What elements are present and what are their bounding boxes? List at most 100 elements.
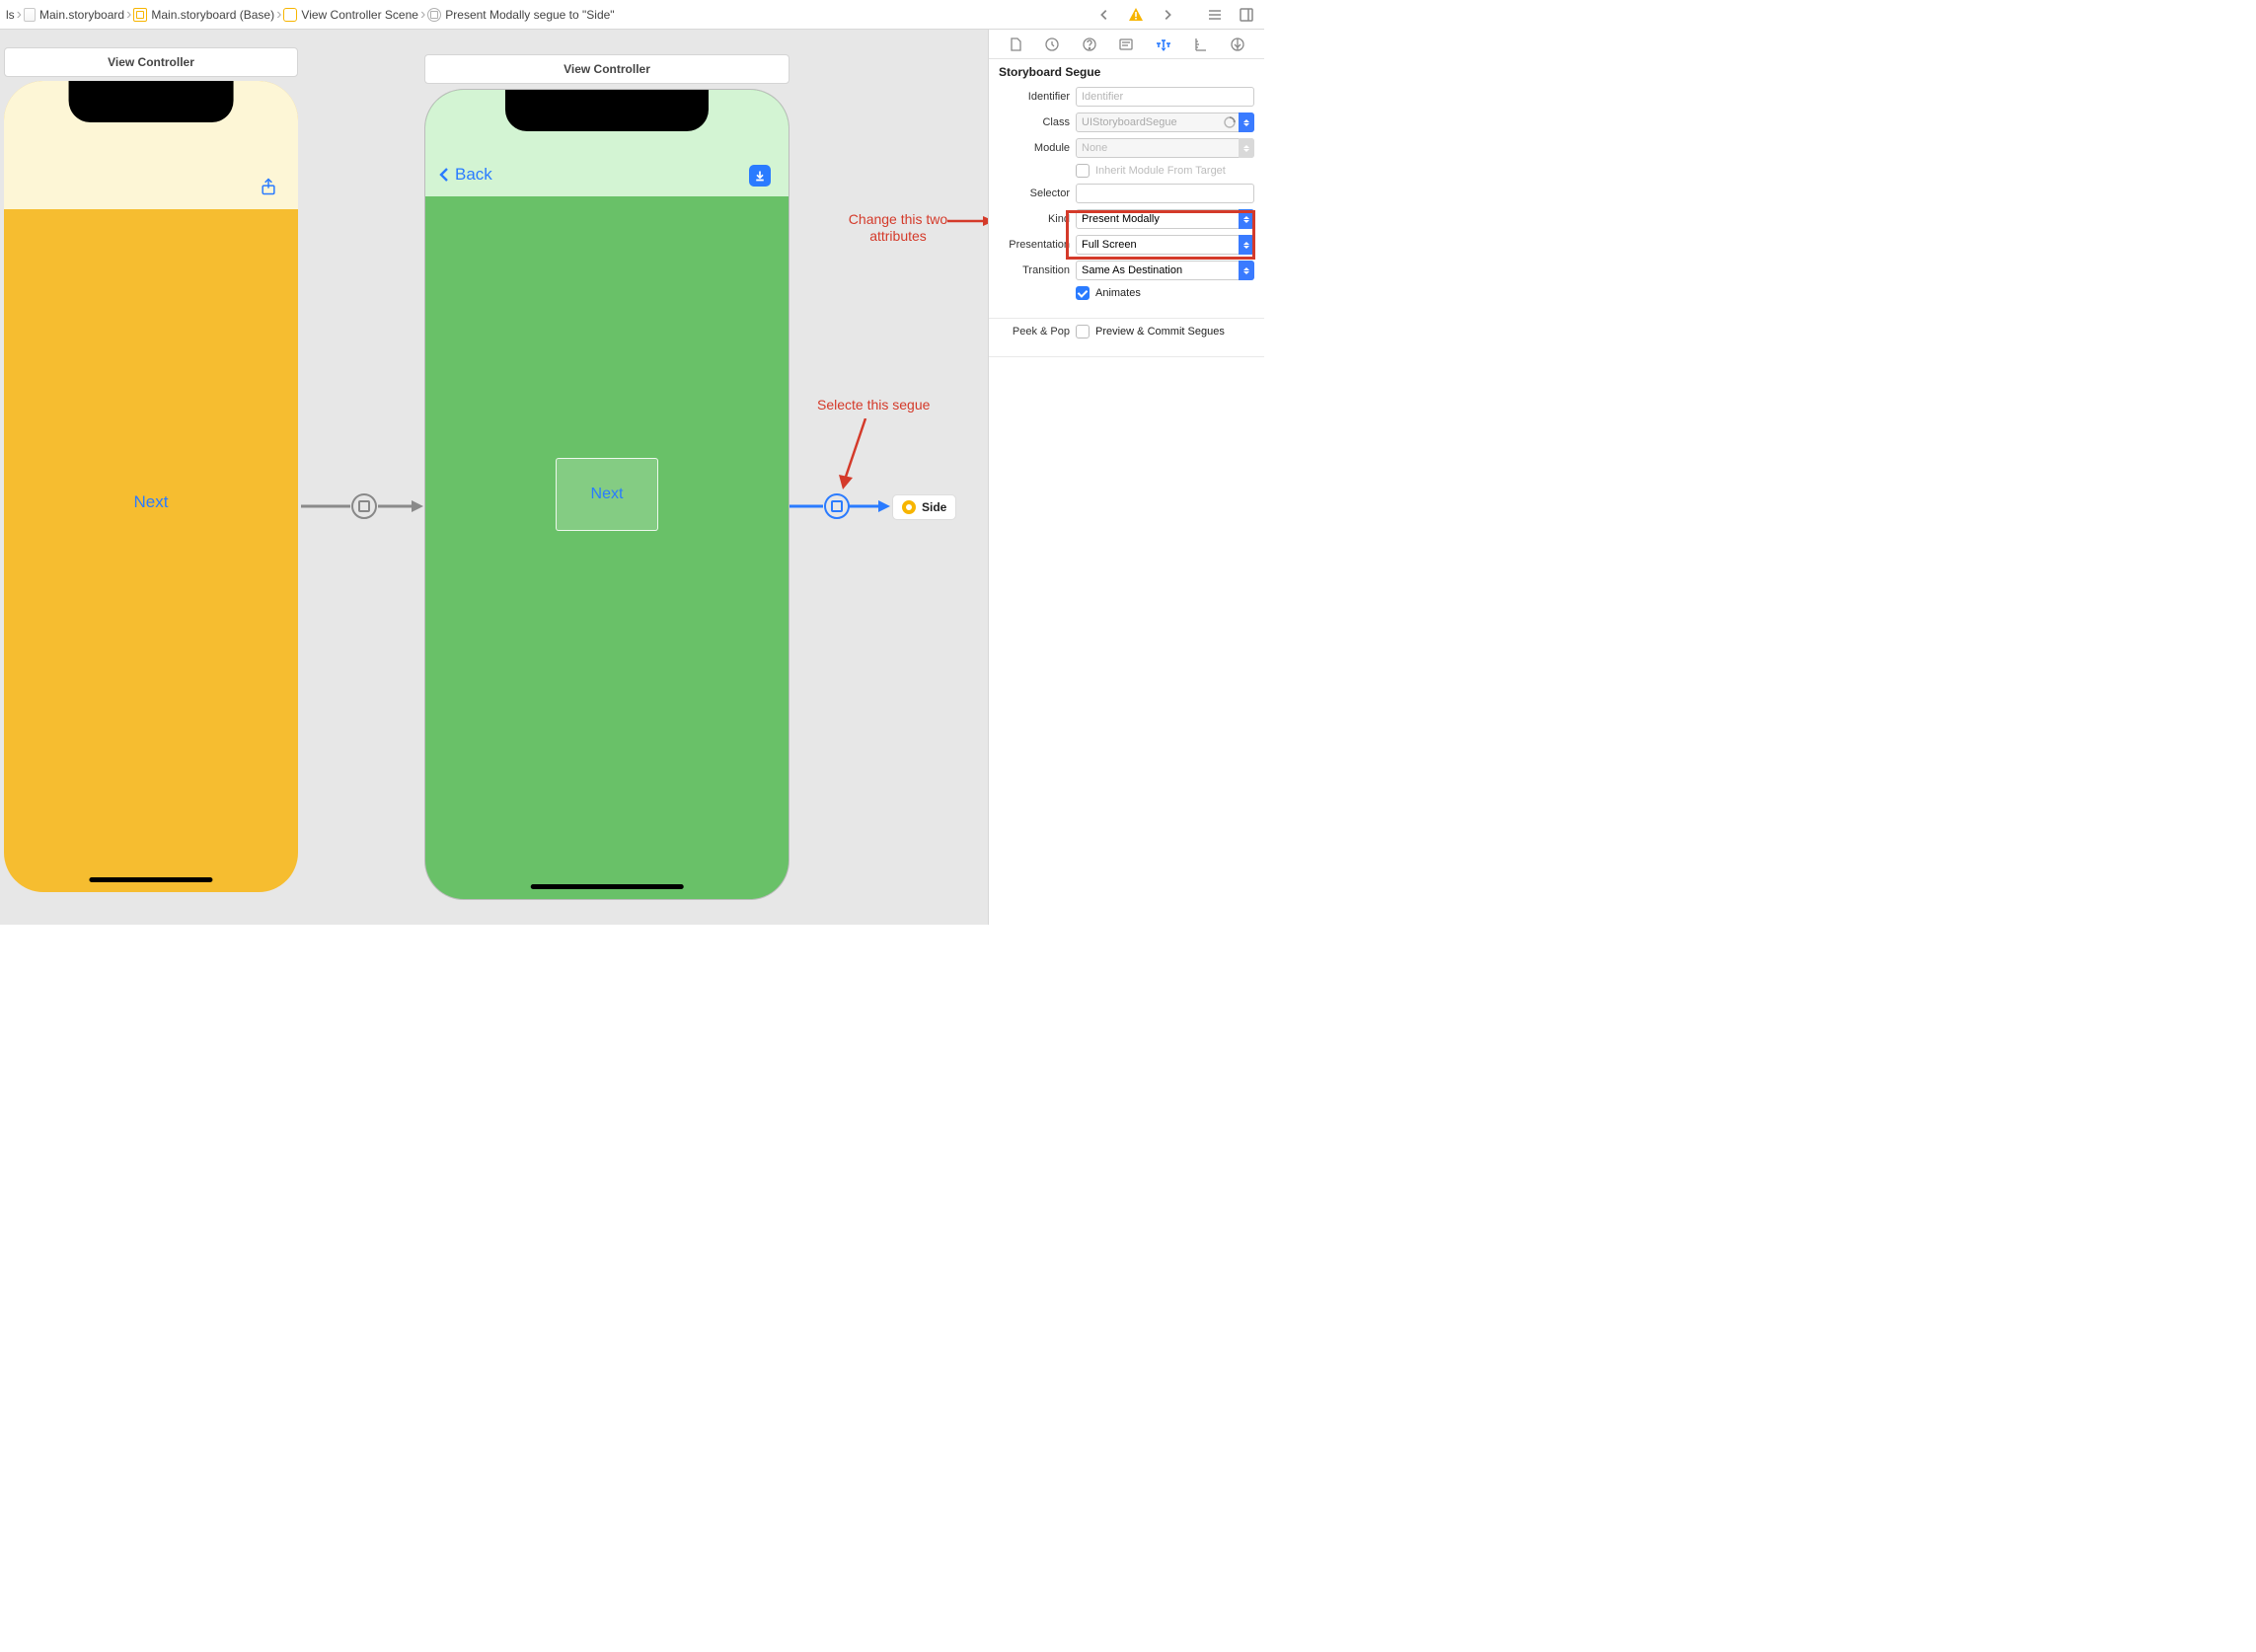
device-notch [505, 90, 709, 131]
module-input[interactable] [1076, 138, 1254, 158]
adjust-editor-icon[interactable] [1235, 3, 1258, 27]
transition-select-wrap: Same As Destination [1076, 261, 1254, 280]
inherit-checkbox[interactable] [1076, 164, 1090, 178]
breadcrumb-item-4[interactable]: Present Modally segue to "Side" [425, 8, 616, 22]
file-inspector-tab[interactable] [1005, 34, 1026, 55]
annotation-change-attrs: Change this two attributes [839, 211, 957, 245]
breadcrumb-label: Main.storyboard [39, 8, 124, 22]
back-label: Back [455, 165, 492, 185]
container-view[interactable]: Next [556, 458, 658, 531]
presentation-label: Presentation [999, 239, 1070, 251]
attributes-inspector-tab[interactable] [1153, 34, 1174, 55]
nav-bar-left [4, 81, 298, 209]
selector-label: Selector [999, 188, 1070, 199]
breadcrumb-label: Main.storyboard (Base) [151, 8, 274, 22]
history-inspector-tab[interactable] [1041, 34, 1063, 55]
kind-select[interactable]: Present Modally [1076, 209, 1254, 229]
class-select-wrap [1076, 113, 1254, 132]
module-select-wrap [1076, 138, 1254, 158]
inherit-label: Inherit Module From Target [1095, 165, 1226, 177]
storyboard-icon [133, 8, 147, 22]
inherit-row: Inherit Module From Target [999, 164, 1254, 178]
class-label: Class [999, 116, 1070, 128]
scene-title-label: View Controller [108, 55, 194, 69]
storyboard-reference-side[interactable]: Side [892, 494, 956, 520]
annotation-arrow-2 [947, 215, 988, 227]
breadcrumb-item-1[interactable]: Main.storyboard [22, 8, 126, 22]
breadcrumb-item-3[interactable]: View Controller Scene [281, 8, 420, 22]
peek-pop-label: Peek & Pop [999, 326, 1070, 338]
peek-pop-section: Peek & Pop Preview & Commit Segues [989, 319, 1264, 357]
identity-inspector-tab[interactable] [1115, 34, 1137, 55]
annotation-arrow-1 [837, 418, 876, 497]
back-button[interactable]: Back [437, 165, 492, 185]
annotation-line2: attributes [869, 228, 927, 244]
breadcrumb-item-2[interactable]: Main.storyboard (Base) [131, 8, 276, 22]
selector-input[interactable] [1076, 184, 1254, 203]
breadcrumb: ls › Main.storyboard › Main.storyboard (… [0, 6, 1092, 24]
kind-row: Kind Present Modally [999, 209, 1254, 229]
view-controller-right[interactable]: Back Next [424, 89, 790, 900]
animates-row: Animates [999, 286, 1254, 300]
inspector-tabs [989, 30, 1264, 59]
scene-icon [283, 8, 297, 22]
identifier-input[interactable] [1076, 87, 1254, 107]
warning-icon[interactable] [1124, 3, 1148, 27]
editor-nav-controls [1092, 3, 1264, 27]
peek-pop-row: Peek & Pop Preview & Commit Segues [999, 325, 1254, 338]
presentation-row: Presentation Full Screen [999, 235, 1254, 255]
size-inspector-tab[interactable] [1190, 34, 1212, 55]
segue-node-push[interactable] [351, 493, 377, 519]
preview-commit-checkbox[interactable] [1076, 325, 1090, 338]
transition-label: Transition [999, 264, 1070, 276]
segue-icon [427, 8, 441, 22]
connections-inspector-tab[interactable] [1227, 34, 1248, 55]
download-icon[interactable] [749, 165, 771, 187]
view-controller-left[interactable]: Next [4, 81, 298, 892]
module-row: Module [999, 138, 1254, 158]
outline-icon[interactable] [1203, 3, 1227, 27]
document-icon [24, 8, 36, 22]
breadcrumb-label: Present Modally segue to "Side" [445, 8, 614, 22]
breadcrumb-label: ls [6, 8, 15, 22]
transition-row: Transition Same As Destination [999, 261, 1254, 280]
storyboard-ref-icon [902, 500, 916, 514]
presentation-select-wrap: Full Screen [1076, 235, 1254, 255]
inspector-panel: Storyboard Segue Identifier Class [988, 30, 1264, 925]
home-indicator [89, 877, 212, 882]
transition-select[interactable]: Same As Destination [1076, 261, 1254, 280]
module-label: Module [999, 142, 1070, 154]
main-area: View Controller Next View Controller [0, 30, 1264, 925]
breadcrumb-item-0[interactable]: ls [4, 8, 17, 22]
nav-back-button[interactable] [1092, 3, 1116, 27]
annotation-line1: Change this two [849, 211, 947, 227]
kind-select-wrap: Present Modally [1076, 209, 1254, 229]
section-title: Storyboard Segue [999, 65, 1254, 79]
identifier-label: Identifier [999, 91, 1070, 103]
next-button[interactable]: Next [134, 492, 169, 512]
nav-forward-button[interactable] [1156, 3, 1179, 27]
storyboard-canvas[interactable]: View Controller Next View Controller [0, 30, 988, 925]
share-icon[interactable] [259, 177, 278, 199]
breadcrumb-label: View Controller Scene [301, 8, 418, 22]
home-indicator [531, 884, 684, 889]
container-label: Next [591, 486, 624, 503]
animates-checkbox[interactable] [1076, 286, 1090, 300]
identifier-row: Identifier [999, 87, 1254, 107]
annotation-select-segue: Selecte this segue [817, 397, 930, 413]
help-inspector-tab[interactable] [1079, 34, 1100, 55]
class-row: Class [999, 113, 1254, 132]
scene-title-right[interactable]: View Controller [424, 54, 790, 84]
scene-title-label: View Controller [564, 62, 650, 76]
preview-commit-label: Preview & Commit Segues [1095, 326, 1225, 338]
animates-label: Animates [1095, 287, 1141, 299]
segue-inspector-section: Storyboard Segue Identifier Class [989, 59, 1264, 319]
presentation-select[interactable]: Full Screen [1076, 235, 1254, 255]
storyboard-ref-label: Side [922, 500, 946, 514]
kind-label: Kind [999, 213, 1070, 225]
reset-icon[interactable] [1223, 115, 1235, 127]
editor-top-bar: ls › Main.storyboard › Main.storyboard (… [0, 0, 1264, 30]
selector-row: Selector [999, 184, 1254, 203]
nav-bar-right: Back [425, 90, 789, 196]
scene-title-left[interactable]: View Controller [4, 47, 298, 77]
